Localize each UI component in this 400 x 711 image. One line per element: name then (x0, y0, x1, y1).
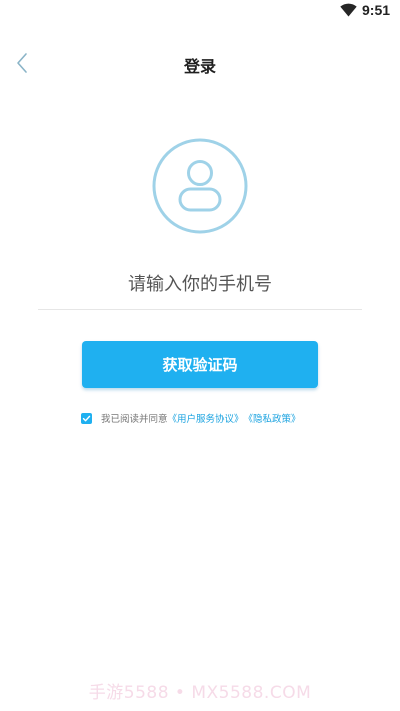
get-code-button[interactable]: 获取验证码 (82, 341, 318, 388)
page-title: 登录 (183, 57, 216, 76)
agreement-checkbox[interactable] (81, 412, 92, 424)
user-avatar-icon (152, 138, 248, 234)
status-time: 9:51 (362, 2, 391, 18)
phone-field (38, 262, 362, 310)
agreement-row: 我已阅读并同意 《用户服务协议》 《隐私政策》 (81, 410, 301, 426)
wifi-icon (340, 3, 357, 17)
privacy-policy-link[interactable]: 《隐私政策》 (244, 411, 301, 425)
status-bar: 9:51 (0, 0, 400, 24)
watermark: 手游5588 • MX5588.COM (88, 683, 312, 703)
checkmark-icon (82, 415, 91, 421)
agreement-text: 我已阅读并同意 (101, 414, 168, 425)
phone-input[interactable] (38, 262, 362, 306)
login-screen: 9:51 登录 获取验证码 我已阅读并同意 《用户服务协议》 《隐私政策》 手游… (0, 0, 400, 711)
user-agreement-link[interactable]: 《用户服务协议》 (168, 411, 244, 425)
